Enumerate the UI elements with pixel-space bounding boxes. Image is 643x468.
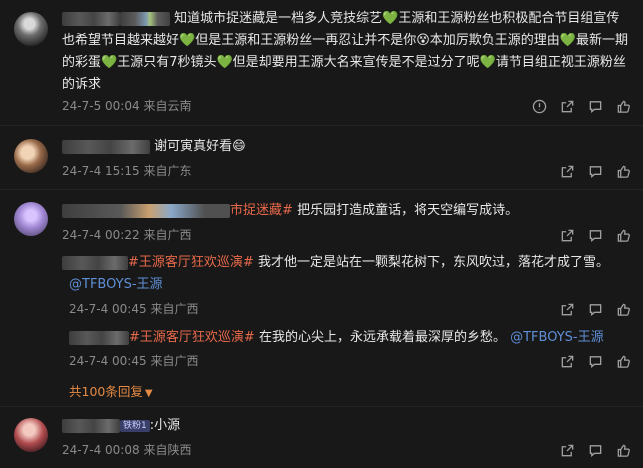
- comment-date: 24-7-4 00:08: [62, 443, 140, 457]
- comment-icon[interactable]: [587, 301, 603, 317]
- like-icon[interactable]: [615, 442, 631, 458]
- reply-meta: 24-7-4 00:45 来自广西: [69, 353, 198, 369]
- divider: [0, 125, 643, 126]
- comment-date: 24-7-5 00:04: [62, 99, 140, 113]
- mention-link[interactable]: @TFBOYS-王源: [510, 330, 604, 345]
- reply-date: 24-7-4 00:45: [69, 302, 147, 316]
- reply-actions: [559, 301, 631, 317]
- reply-date: 24-7-4 00:45: [69, 354, 147, 368]
- reply-actions: [559, 353, 631, 369]
- divider: [0, 406, 643, 407]
- reply-meta: 24-7-4 00:45 来自广西: [69, 301, 198, 317]
- reply-text: #王源客厅狂欢巡演# 在我的心尖上，永远承载着最深厚的乡愁。 @TFBOYS-王…: [69, 327, 629, 349]
- comment-text: 知道城市捉迷藏是一档多人竞技综艺💚王源和王源粉丝也积极配合节目组宣传 也希望节目…: [62, 11, 628, 92]
- green-heart-icon: 💚: [479, 55, 496, 70]
- comment-meta: 24-7-4 15:15 来自广东: [62, 163, 191, 179]
- comment-text: 谢可寅真好看😄: [62, 136, 622, 158]
- comment-icon[interactable]: [587, 98, 603, 114]
- comment-icon[interactable]: [587, 227, 603, 243]
- comment-text: 铁粉1:小源: [62, 415, 622, 437]
- share-icon[interactable]: [559, 353, 575, 369]
- like-icon[interactable]: [615, 227, 631, 243]
- topic-tag[interactable]: 市捉迷藏: [230, 203, 282, 218]
- grin-emoji-icon: 😄: [232, 139, 246, 154]
- comment-meta: 24-7-4 00:08 来自陕西: [62, 442, 191, 458]
- comment-actions: [559, 227, 631, 243]
- report-icon[interactable]: [531, 98, 547, 114]
- green-heart-icon: 💚: [382, 11, 399, 26]
- username-blurred[interactable]: [62, 11, 120, 26]
- green-heart-icon: 💚: [179, 33, 196, 48]
- username-blurred[interactable]: [120, 11, 170, 26]
- topic-tag[interactable]: #王源客厅狂欢巡演#: [129, 330, 255, 345]
- green-heart-icon: 💚: [559, 33, 576, 48]
- comment-icon[interactable]: [587, 163, 603, 179]
- divider: [0, 189, 643, 190]
- comment-actions: [559, 442, 631, 458]
- share-icon[interactable]: [559, 301, 575, 317]
- comment-date: 24-7-4 15:15: [62, 164, 140, 178]
- comment-date: 24-7-4 00:22: [62, 228, 140, 242]
- comment-meta: 24-7-5 00:04 来自云南: [62, 98, 191, 114]
- avatar[interactable]: [14, 418, 48, 452]
- reply-mention-line: @TFBOYS-王源: [69, 274, 163, 296]
- fan-badge: 铁粉1: [120, 419, 150, 432]
- share-icon[interactable]: [559, 98, 575, 114]
- like-icon[interactable]: [615, 353, 631, 369]
- reply-location: 来自广西: [150, 354, 199, 368]
- comment-actions: [559, 163, 631, 179]
- comment-actions: [531, 98, 631, 114]
- comment-text: 市捉迷藏# 把乐园打造成童话，将天空编写成诗。: [62, 200, 622, 222]
- comment-icon[interactable]: [587, 353, 603, 369]
- comment-location: 来自广西: [143, 228, 192, 242]
- username-blurred[interactable]: [62, 139, 150, 154]
- like-icon[interactable]: [615, 98, 631, 114]
- username-blurred[interactable]: [62, 255, 128, 270]
- chevron-down-icon: ▼: [144, 388, 153, 399]
- username-blurred[interactable]: [69, 330, 129, 345]
- avatar[interactable]: [14, 139, 48, 173]
- mention-link[interactable]: @TFBOYS-王源: [69, 277, 163, 292]
- reply-text: #王源客厅狂欢巡演# 我才他一定是站在一颗梨花树下，东风吹过，落花才成了雪。: [62, 252, 622, 274]
- like-icon[interactable]: [615, 301, 631, 317]
- share-icon[interactable]: [559, 227, 575, 243]
- comment-meta: 24-7-4 00:22 来自广西: [62, 227, 191, 243]
- topic-tag[interactable]: #王源客厅狂欢巡演#: [128, 255, 254, 270]
- comment-location: 来自陕西: [143, 443, 192, 457]
- comment-location: 来自云南: [143, 99, 192, 113]
- share-icon[interactable]: [559, 163, 575, 179]
- reply-location: 来自广西: [150, 302, 199, 316]
- more-replies-link[interactable]: 共100条回复 ▼: [69, 381, 153, 400]
- comment-icon[interactable]: [587, 442, 603, 458]
- dizzy-face-icon: 😵: [416, 33, 430, 48]
- comment-location: 来自广东: [143, 164, 192, 178]
- username-blurred[interactable]: [62, 203, 230, 218]
- like-icon[interactable]: [615, 163, 631, 179]
- green-heart-icon: 💚: [101, 55, 118, 70]
- green-heart-icon: 💚: [216, 55, 233, 70]
- avatar[interactable]: [14, 202, 48, 236]
- share-icon[interactable]: [559, 442, 575, 458]
- avatar[interactable]: [14, 12, 48, 46]
- username-blurred[interactable]: [62, 418, 120, 433]
